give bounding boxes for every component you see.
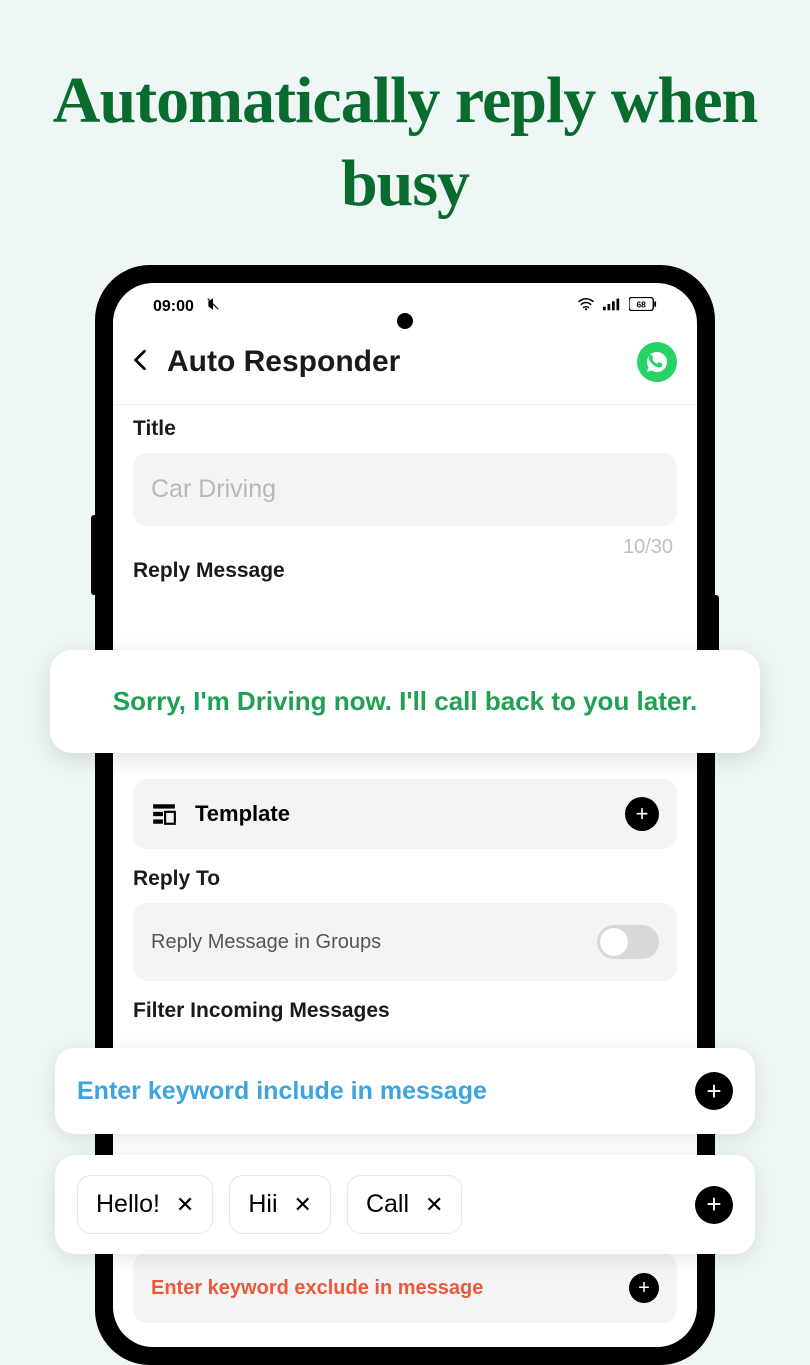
exclude-row[interactable]: Enter keyword exclude in message + xyxy=(133,1253,677,1323)
add-include-button[interactable]: + xyxy=(695,1072,733,1110)
camera-hole xyxy=(397,313,413,329)
title-section: Title Car Driving 10/30 Reply Message xyxy=(113,405,697,607)
whatsapp-icon[interactable] xyxy=(637,342,677,382)
chip-label: Call xyxy=(366,1190,409,1219)
keyword-chip: Hello! ✕ xyxy=(77,1175,213,1234)
keyword-chips-card: Hello! ✕ Hii ✕ Call ✕ + xyxy=(55,1155,755,1254)
remove-chip-button[interactable]: ✕ xyxy=(176,1192,194,1218)
status-time: 09:00 xyxy=(153,298,194,316)
volume-button xyxy=(91,515,97,595)
template-row[interactable]: Template + xyxy=(133,779,677,849)
title-input[interactable]: Car Driving xyxy=(133,453,677,526)
app-title: Auto Responder xyxy=(167,345,617,379)
wifi-icon xyxy=(577,297,595,316)
toggle-knob xyxy=(600,928,628,956)
reply-message-card[interactable]: Sorry, I'm Driving now. I'll call back t… xyxy=(50,650,760,753)
power-button xyxy=(713,595,719,655)
signal-icon xyxy=(603,297,621,316)
exclude-placeholder: Enter keyword exclude in message xyxy=(151,1277,629,1300)
template-icon xyxy=(151,801,177,827)
add-template-button[interactable]: + xyxy=(625,797,659,831)
keyword-chip: Hii ✕ xyxy=(229,1175,331,1234)
keyword-chip: Call ✕ xyxy=(347,1175,463,1234)
back-button[interactable] xyxy=(133,346,147,378)
add-exclude-button[interactable]: + xyxy=(629,1273,659,1303)
reply-groups-row: Reply Message in Groups xyxy=(133,903,677,981)
add-chip-button[interactable]: + xyxy=(695,1186,733,1224)
filter-label: Filter Incoming Messages xyxy=(133,999,677,1023)
include-keyword-card[interactable]: Enter keyword include in message + xyxy=(55,1048,755,1134)
chip-label: Hii xyxy=(248,1190,277,1219)
battery-icon: 68 xyxy=(629,297,657,316)
mute-icon xyxy=(206,297,220,316)
hero-title: Automatically reply when busy xyxy=(0,0,810,265)
template-label: Template xyxy=(195,801,607,827)
title-counter: 10/30 xyxy=(133,526,677,559)
app-header: Auto Responder xyxy=(113,326,697,405)
include-placeholder: Enter keyword include in message xyxy=(77,1077,695,1106)
reply-groups-toggle[interactable] xyxy=(597,925,659,959)
title-label: Title xyxy=(133,417,677,441)
svg-text:68: 68 xyxy=(636,299,646,309)
remove-chip-button[interactable]: ✕ xyxy=(425,1192,443,1218)
reply-to-label: Reply To xyxy=(133,867,677,891)
reply-groups-label: Reply Message in Groups xyxy=(151,931,597,954)
remove-chip-button[interactable]: ✕ xyxy=(294,1192,312,1218)
reply-message-label: Reply Message xyxy=(133,559,677,583)
chip-label: Hello! xyxy=(96,1190,160,1219)
